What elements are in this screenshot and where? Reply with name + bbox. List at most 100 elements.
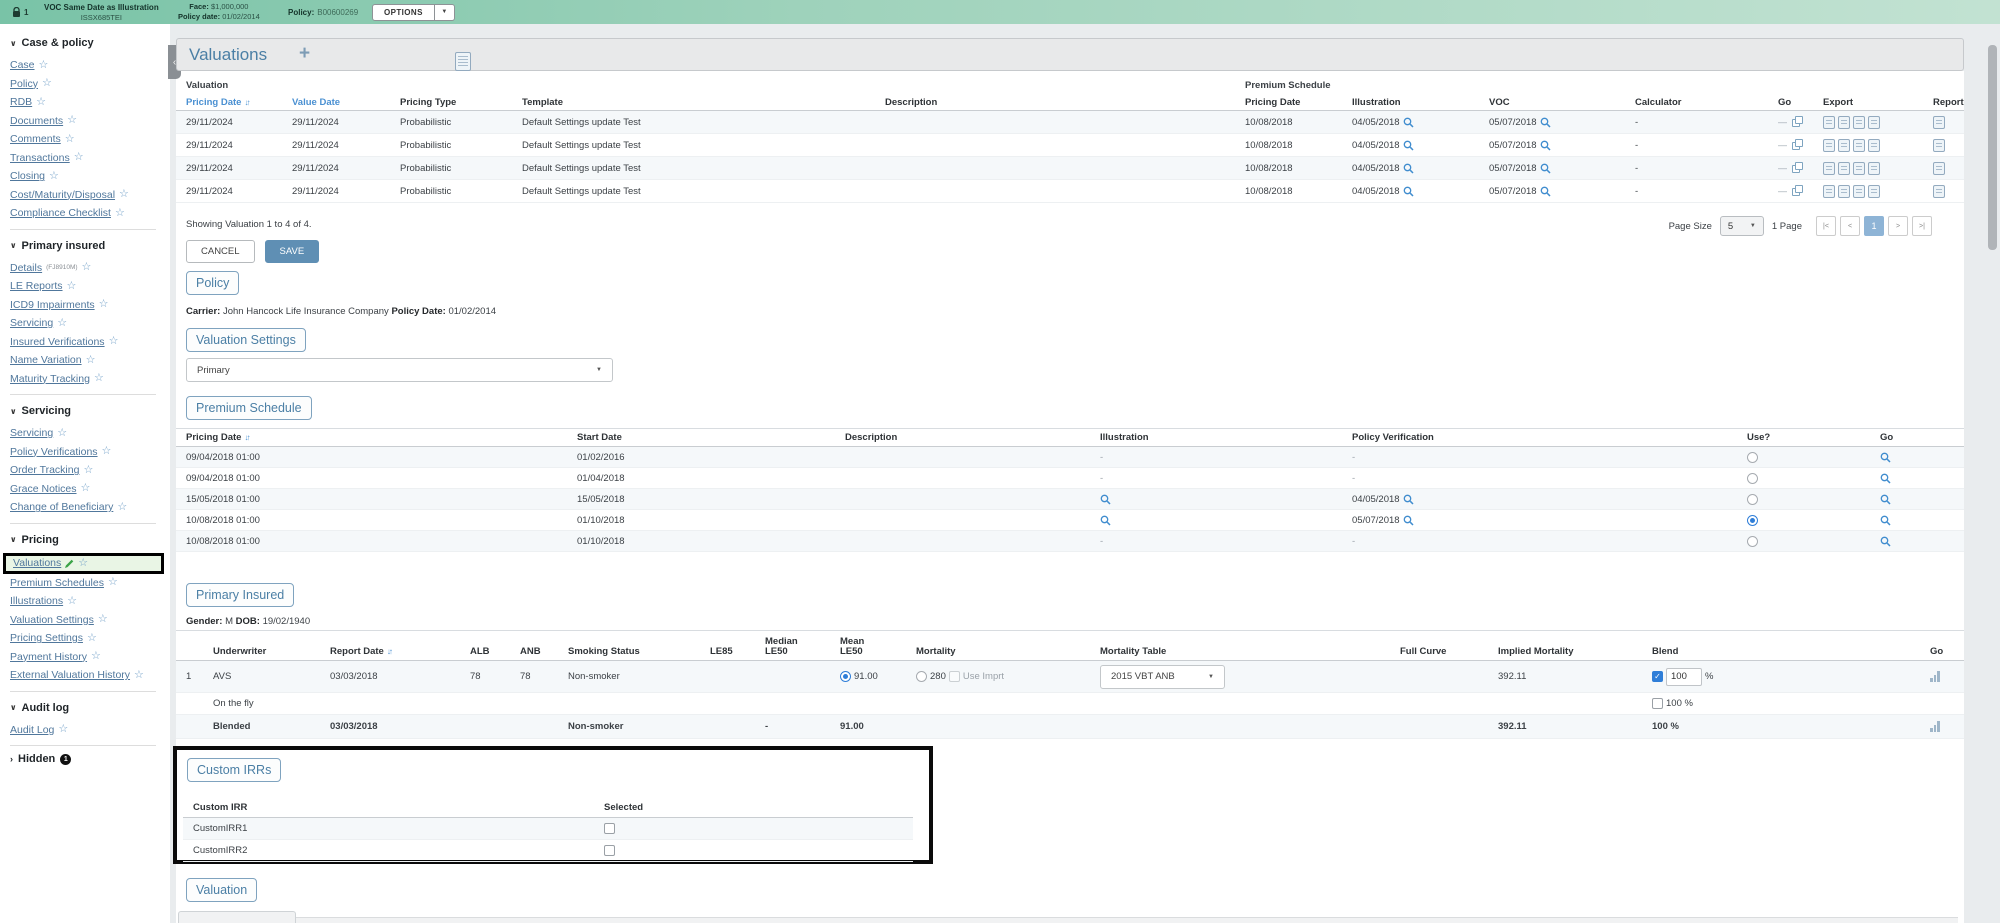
excel-file-icon[interactable] <box>1853 162 1865 175</box>
use-radio-cell[interactable] <box>1747 494 1880 505</box>
checkbox[interactable] <box>1652 698 1663 709</box>
illustration-cell[interactable] <box>1100 515 1352 526</box>
mortality-cell[interactable]: 280 Use Imprt <box>916 671 1100 682</box>
sidebar-item-case[interactable]: Case☆ <box>10 56 162 75</box>
sidebar-item-label[interactable]: Details <box>10 262 42 274</box>
valuation-row[interactable]: 29/11/202429/11/2024ProbabilisticDefault… <box>176 180 1964 203</box>
sidebar-item-illustrations[interactable]: Illustrations☆ <box>10 592 162 611</box>
magnifier-icon[interactable] <box>1880 452 1891 463</box>
excel-file-icon[interactable] <box>1823 185 1835 198</box>
sidebar-section-hidden[interactable]: ›Hidden1 <box>10 753 162 765</box>
sidebar-item-label[interactable]: Policy <box>10 78 38 90</box>
underwriter-row-avs[interactable]: 1AVS03/03/20187878Non-smoker91.00280 Use… <box>176 661 1964 693</box>
sidebar-item-valuation-settings[interactable]: Valuation Settings ☆ <box>10 611 162 630</box>
star-icon[interactable]: ☆ <box>57 428 67 439</box>
star-icon[interactable]: ☆ <box>86 355 96 366</box>
chart-icon[interactable] <box>1930 671 1940 682</box>
star-icon[interactable]: ☆ <box>102 446 112 457</box>
star-icon[interactable]: ☆ <box>109 336 119 347</box>
copy-icon[interactable] <box>1792 162 1804 174</box>
sidebar-item-grace-notices[interactable]: Grace Notices☆ <box>10 480 162 499</box>
first-page-button[interactable]: |< <box>1816 216 1836 236</box>
copy-icon[interactable] <box>1792 185 1804 197</box>
sidebar-section-title[interactable]: ∨Primary insured <box>10 237 162 255</box>
policy-verification-cell[interactable]: 05/07/2018 <box>1352 515 1747 526</box>
next-page-button[interactable]: > <box>1888 216 1908 236</box>
excel-file-icon[interactable] <box>1853 116 1865 129</box>
sidebar-item-label[interactable]: Valuation Settings <box>10 614 94 626</box>
sidebar-item-name-variation[interactable]: Name Variation ☆ <box>10 351 162 370</box>
magnifier-icon[interactable] <box>1540 117 1551 128</box>
column-header-report-date[interactable]: Report Date ↓↑ <box>330 647 470 657</box>
excel-file-icon[interactable] <box>1933 116 1945 129</box>
excel-file-icon[interactable] <box>1853 185 1865 198</box>
checkbox[interactable] <box>604 845 615 856</box>
sidebar-item-transactions[interactable]: Transactions☆ <box>10 149 162 168</box>
radio-button[interactable] <box>916 671 927 682</box>
excel-file-icon[interactable] <box>1838 116 1850 129</box>
excel-file-icon[interactable] <box>1838 139 1850 152</box>
valuation-row[interactable]: 29/11/202429/11/2024ProbabilisticDefault… <box>176 134 1964 157</box>
prev-page-button[interactable]: < <box>1840 216 1860 236</box>
voc-cell[interactable]: 05/07/2018 <box>1489 140 1635 151</box>
sidebar-item-policy[interactable]: Policy☆ <box>10 75 162 94</box>
selected-cell[interactable] <box>604 845 913 856</box>
sidebar-item-audit-log[interactable]: Audit Log☆ <box>10 721 162 740</box>
sidebar-item-servicing[interactable]: Servicing ☆ <box>10 424 162 443</box>
sidebar-item-servicing[interactable]: Servicing☆ <box>10 314 162 333</box>
star-icon[interactable]: ☆ <box>91 651 101 662</box>
illustration-cell[interactable] <box>1100 494 1352 505</box>
excel-file-icon[interactable] <box>1823 116 1835 129</box>
checkbox[interactable] <box>949 671 960 682</box>
star-icon[interactable]: ☆ <box>87 633 97 644</box>
sidebar-item-label[interactable]: Illustrations <box>10 595 63 607</box>
excel-file-icon[interactable] <box>1868 116 1880 129</box>
sidebar-item-documents[interactable]: Documents☆ <box>10 112 162 131</box>
magnifier-icon[interactable] <box>1540 163 1551 174</box>
sidebar-item-label[interactable]: Case <box>10 59 35 71</box>
sidebar-item-label[interactable]: Policy Verifications <box>10 446 98 458</box>
sidebar-item-valuations[interactable]: Valuations☆ <box>3 553 164 574</box>
sidebar-item-external-valuation-history[interactable]: External Valuation History☆ <box>10 666 162 685</box>
star-icon[interactable]: ☆ <box>67 115 77 126</box>
sidebar-item-label[interactable]: Transactions <box>10 152 70 164</box>
sidebar-item-closing[interactable]: Closing☆ <box>10 167 162 186</box>
sidebar-item-label[interactable]: Servicing <box>10 317 53 329</box>
go-cell[interactable] <box>1880 515 1964 526</box>
custom-irr-row[interactable]: CustomIRR1 <box>183 818 913 840</box>
policy-verification-cell[interactable]: 04/05/2018 <box>1352 494 1747 505</box>
star-icon[interactable]: ☆ <box>83 465 93 476</box>
sidebar-item-order-tracking[interactable]: Order Tracking☆ <box>10 461 162 480</box>
export-cell[interactable] <box>1823 185 1933 198</box>
star-icon[interactable]: ☆ <box>108 577 118 588</box>
mortality-table-select[interactable]: 2015 VBT ANB▼ <box>1100 665 1225 689</box>
page-size-select[interactable]: 5▼ <box>1720 216 1764 236</box>
valuation-row[interactable]: 29/11/202429/11/2024ProbabilisticDefault… <box>176 157 1964 180</box>
magnifier-icon[interactable] <box>1100 515 1111 526</box>
checkbox[interactable] <box>604 823 615 834</box>
sidebar-item-label[interactable]: LE Reports <box>10 280 63 292</box>
star-icon[interactable]: ☆ <box>98 614 108 625</box>
magnifier-icon[interactable] <box>1403 515 1414 526</box>
go-cell[interactable] <box>1880 452 1964 463</box>
illustration-cell[interactable]: 04/05/2018 <box>1352 140 1489 151</box>
excel-file-icon[interactable] <box>1933 185 1945 198</box>
sidebar-item-details[interactable]: Details(FJ8910M)☆ <box>10 259 162 278</box>
column-header-pricing-date[interactable]: Pricing Date ↓↑ <box>186 97 292 108</box>
sidebar-item-label[interactable]: Closing <box>10 170 45 182</box>
sidebar-item-label[interactable]: Name Variation <box>10 354 82 366</box>
sidebar-item-label[interactable]: Servicing <box>10 427 53 439</box>
options-button[interactable]: OPTIONS <box>372 4 435 21</box>
cancel-button[interactable]: CANCEL <box>186 240 255 263</box>
vertical-scrollbar[interactable] <box>1988 45 1997 250</box>
magnifier-icon[interactable] <box>1403 117 1414 128</box>
sidebar-item-insured-verifications[interactable]: Insured Verifications☆ <box>10 333 162 352</box>
sidebar-item-cost-maturity-disposal[interactable]: Cost/Maturity/Disposal☆ <box>10 186 162 205</box>
excel-file-icon[interactable] <box>1853 139 1865 152</box>
sidebar-item-label[interactable]: Pricing Settings <box>10 632 83 644</box>
copy-icon[interactable] <box>1792 116 1804 128</box>
export-cell[interactable] <box>1823 139 1933 152</box>
excel-file-icon[interactable] <box>1933 162 1945 175</box>
star-icon[interactable]: ☆ <box>36 97 46 108</box>
underwriter-row-on-the-fly[interactable]: On the fly100 % <box>176 693 1964 715</box>
